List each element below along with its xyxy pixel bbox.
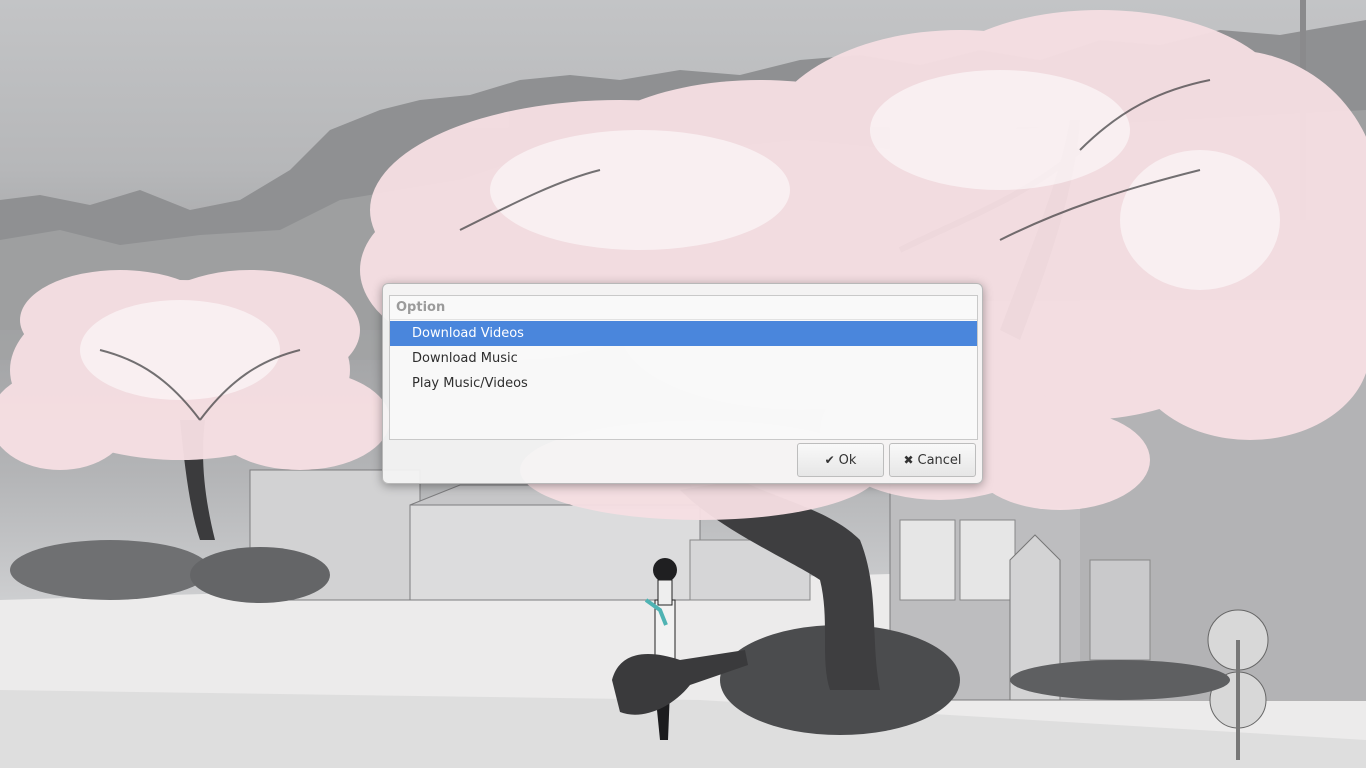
x-icon: ✖: [903, 453, 914, 467]
desktop: Option Download Videos Download Music Pl…: [0, 0, 1366, 768]
options-list-body: Download Videos Download Music Play Musi…: [390, 321, 977, 439]
list-item-play-music-videos[interactable]: Play Music/Videos: [390, 371, 977, 396]
list-item-download-music[interactable]: Download Music: [390, 346, 977, 371]
checkmark-icon: ✔: [824, 453, 835, 467]
ok-button-label: Ok: [838, 452, 857, 468]
column-header-option[interactable]: Option: [390, 296, 977, 320]
cancel-button[interactable]: ✖ Cancel: [889, 443, 976, 477]
list-item-download-videos[interactable]: Download Videos: [390, 321, 977, 346]
ok-button[interactable]: ✔ Ok: [797, 443, 884, 477]
option-dialog: Option Download Videos Download Music Pl…: [382, 283, 983, 484]
cancel-button-label: Cancel: [917, 452, 962, 468]
options-list: Option Download Videos Download Music Pl…: [389, 295, 978, 440]
